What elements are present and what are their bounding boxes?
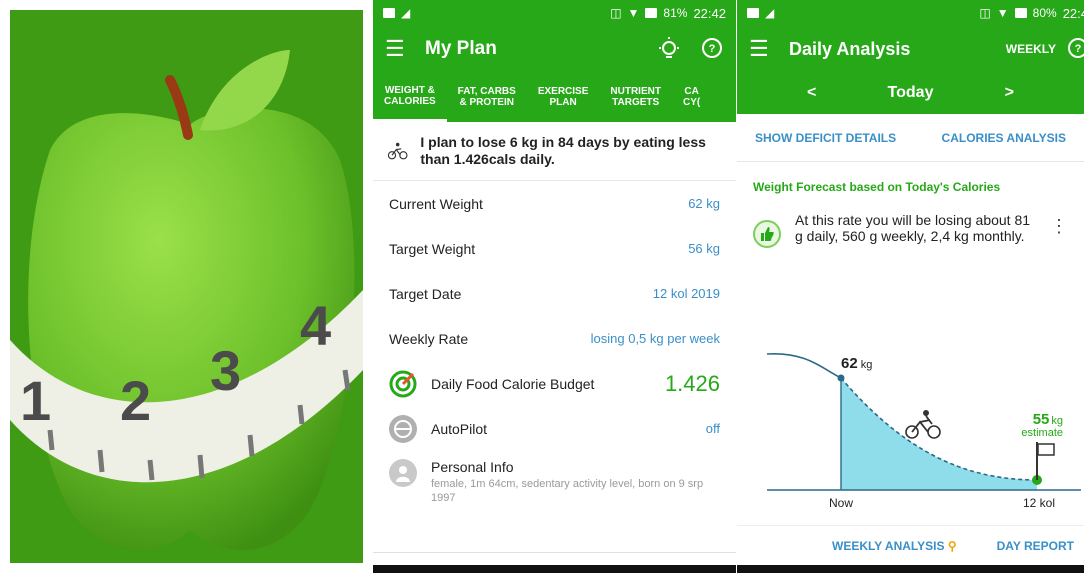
- target-weight-value: 56 kg: [688, 241, 720, 256]
- history-curve: [766, 353, 842, 379]
- estimate-label: estimate: [1021, 427, 1063, 439]
- target-icon: [389, 370, 417, 398]
- screenshot-collage: 1 2 3 4 ◢ ◫ ▼ 81% 22:42 ☰ My Plan ? WEIG…: [0, 0, 1084, 573]
- lightbulb-icon[interactable]: [656, 36, 682, 62]
- page-title: My Plan: [425, 38, 497, 59]
- analysis-links: SHOW DEFICIT DETAILS CALORIES ANALYSIS: [737, 114, 1084, 162]
- ruler-digit: 4: [300, 294, 331, 357]
- end-weight-label: 55 kg: [1033, 411, 1063, 428]
- personal-info-label: Personal Info: [431, 459, 514, 475]
- app-bar: ☰ Daily Analysis WEEKLY ?: [737, 26, 1084, 72]
- nav-bar: [373, 565, 736, 573]
- app-bar: ☰ My Plan ?: [373, 26, 736, 72]
- svg-text:?: ?: [1075, 43, 1082, 55]
- bottom-actions: WEEKLY ANALYSIS ⚲ DAY REPORT: [737, 525, 1084, 565]
- tab-weight-calories[interactable]: WEIGHT & CALORIES: [373, 72, 447, 122]
- hamburger-menu-icon[interactable]: ☰: [385, 36, 425, 62]
- show-deficit-details-link[interactable]: SHOW DEFICIT DETAILS: [755, 131, 896, 145]
- plan-summary-text: I plan to lose 6 kg in 84 days by eating…: [420, 134, 706, 167]
- image-icon: [383, 8, 395, 18]
- previous-day-button[interactable]: <: [807, 84, 816, 102]
- signal-icon: ◢: [765, 6, 775, 20]
- target-weight-row[interactable]: Target Weight 56 kg: [373, 226, 736, 271]
- calorie-budget-label: Daily Food Calorie Budget: [431, 375, 595, 392]
- ruler-digit: 1: [20, 369, 51, 432]
- calorie-budget-row[interactable]: Daily Food Calorie Budget 1.426: [373, 361, 736, 406]
- status-bar: ◢ ◫ ▼ 81% 22:42: [373, 0, 736, 26]
- plan-summary[interactable]: I plan to lose 6 kg in 84 days by eating…: [373, 122, 736, 181]
- tab-nutrient-targets[interactable]: NUTRIENT TARGETS: [599, 72, 672, 122]
- day-report-link[interactable]: DAY REPORT: [997, 539, 1074, 553]
- calories-analysis-link[interactable]: CALORIES ANALYSIS: [942, 131, 1066, 145]
- help-chat-icon[interactable]: ?: [1066, 37, 1084, 61]
- battery-icon: [645, 8, 658, 18]
- page-title: Daily Analysis: [789, 38, 911, 59]
- weekly-analysis-link[interactable]: WEEKLY ANALYSIS ⚲: [832, 539, 957, 553]
- wifi-icon: ▼: [627, 6, 640, 20]
- cyclist-icon: [387, 142, 408, 160]
- lock-icon: ⚲: [947, 538, 957, 553]
- autopilot-label: AutoPilot: [431, 420, 488, 437]
- battery-level: 80%: [1032, 6, 1057, 20]
- svg-text:?: ?: [709, 43, 716, 55]
- x-tick-label: Now: [829, 496, 853, 510]
- autopilot-row[interactable]: AutoPilot off: [373, 406, 736, 451]
- cyclist-icon: [905, 410, 941, 439]
- person-icon: [389, 459, 417, 487]
- date-label: Today: [887, 84, 934, 101]
- tab-calorie-cycling[interactable]: CA CY(: [672, 72, 700, 122]
- target-date-value: 12 kol 2019: [652, 286, 720, 301]
- start-point: [837, 374, 845, 382]
- battery-icon: [1014, 8, 1027, 18]
- daily-analysis-screen: ◢ ◫ ▼ 80% 22:4 ☰ Daily Analysis WEEKLY ?…: [737, 0, 1084, 573]
- status-bar: ◢ ◫ ▼ 80% 22:4: [737, 0, 1084, 26]
- date-navigator: < Today >: [737, 72, 1084, 114]
- steering-wheel-icon: [389, 414, 417, 443]
- next-day-button[interactable]: >: [1005, 84, 1014, 102]
- image-icon: [747, 8, 759, 18]
- personal-info-detail: female, 1m 64cm, sedentary activity leve…: [431, 478, 704, 504]
- autopilot-value: off: [705, 421, 720, 436]
- apple-logo-icon: 1 2 3 4: [10, 10, 363, 563]
- forecast-text: At this rate you will be losing about 81…: [795, 212, 1031, 244]
- vibrate-icon: ◫: [979, 6, 991, 20]
- ruler-digit: 2: [120, 369, 151, 432]
- more-options-icon[interactable]: ⋮: [1050, 212, 1068, 235]
- divider: [373, 552, 736, 553]
- tab-fat-carbs-protein[interactable]: FAT, CARBS & PROTEIN: [447, 72, 527, 122]
- forecast-message: At this rate you will be losing about 81…: [737, 204, 1084, 256]
- my-plan-screen: ◢ ◫ ▼ 81% 22:42 ☰ My Plan ? WEIGHT & CAL…: [373, 0, 736, 573]
- weekly-rate-label: Weekly Rate: [389, 330, 469, 347]
- target-date-row[interactable]: Target Date 12 kol 2019: [373, 271, 736, 316]
- x-tick-label: 12 kol: [1023, 496, 1055, 510]
- tab-exercise-plan[interactable]: EXERCISE PLAN: [527, 72, 600, 122]
- help-chat-icon[interactable]: ?: [700, 37, 724, 61]
- battery-level: 81%: [663, 6, 688, 20]
- clock: 22:4: [1062, 5, 1084, 21]
- weekly-rate-row[interactable]: Weekly Rate losing 0,5 kg per week: [373, 316, 736, 361]
- start-weight-label: 62 kg: [841, 355, 872, 372]
- vibrate-icon: ◫: [610, 6, 622, 20]
- finish-flag-icon: [1036, 442, 1055, 480]
- tab-bar: WEIGHT & CALORIES FAT, CARBS & PROTEIN E…: [373, 72, 736, 122]
- current-weight-row[interactable]: Current Weight 62 kg: [373, 181, 736, 226]
- thumbs-up-icon: [753, 220, 781, 248]
- target-date-label: Target Date: [389, 285, 462, 302]
- signal-icon: ◢: [401, 6, 411, 20]
- app-logo-panel: 1 2 3 4: [10, 10, 363, 563]
- forecast-title: Weight Forecast based on Today's Calorie…: [753, 180, 1001, 194]
- target-weight-label: Target Weight: [389, 240, 476, 257]
- weekly-rate-value: losing 0,5 kg per week: [590, 331, 720, 346]
- clock: 22:42: [693, 5, 726, 21]
- weekly-button[interactable]: WEEKLY: [1006, 42, 1056, 56]
- calorie-budget-value: 1.426: [664, 370, 720, 396]
- wifi-icon: ▼: [996, 6, 1009, 20]
- personal-info-row[interactable]: Personal Info female, 1m 64cm, sedentary…: [373, 451, 736, 505]
- ruler-digit: 3: [210, 339, 241, 402]
- weight-forecast-chart: 62 kg 55 kg estimate Now 12 kol: [766, 353, 1081, 510]
- current-weight-value: 62 kg: [688, 196, 720, 211]
- current-weight-label: Current Weight: [389, 195, 483, 212]
- nav-bar: [737, 565, 1084, 573]
- hamburger-menu-icon[interactable]: ☰: [749, 36, 789, 62]
